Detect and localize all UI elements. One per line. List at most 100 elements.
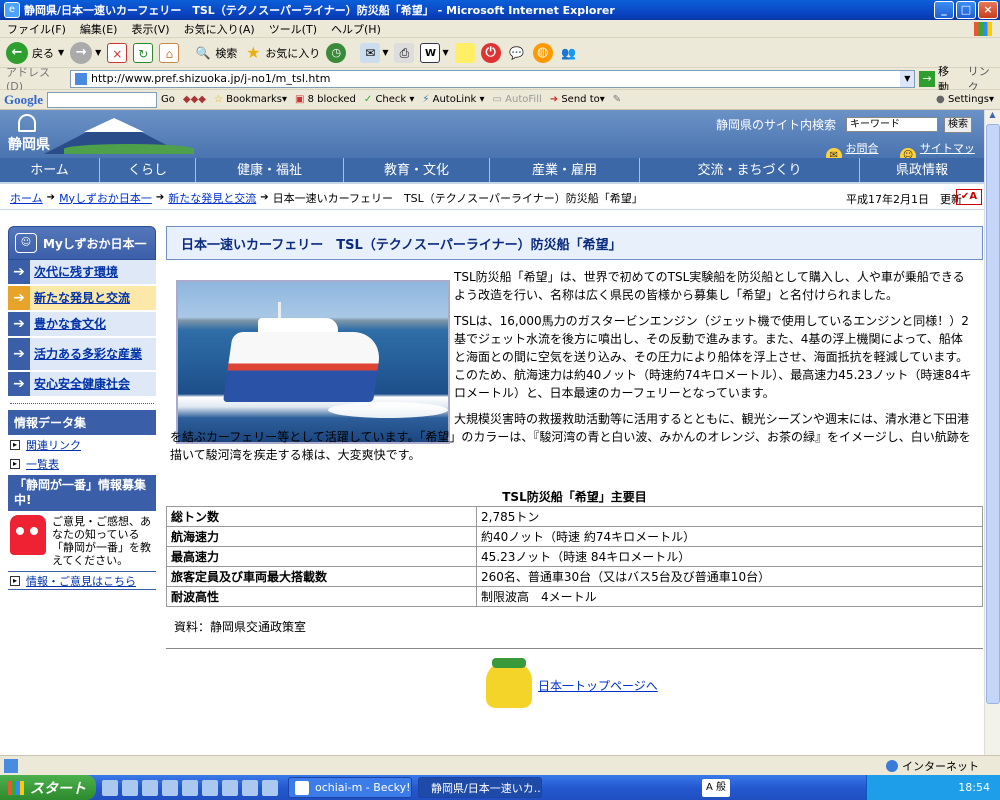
- google-search-input[interactable]: [47, 91, 157, 108]
- nav-exchange[interactable]: 交流・まちづくり: [640, 158, 860, 182]
- address-input[interactable]: http://www.pref.shizuoka.jp/j-no1/m_tsl.…: [70, 69, 916, 88]
- quick-launch-icon[interactable]: [122, 779, 138, 796]
- stop-icon: ×: [107, 42, 128, 63]
- page-title: 日本一速いカーフェリー TSL（テクノスーパーライナー）防災船「希望」: [166, 226, 983, 260]
- autolink-button[interactable]: ⚡ AutoLink ▾: [422, 94, 484, 105]
- sendto-button[interactable]: ➜ Send to▾: [550, 94, 605, 105]
- arrow-right-icon: ➔: [8, 286, 30, 310]
- nav-health[interactable]: 健康・福祉: [196, 158, 344, 182]
- pencil-icon[interactable]: ✎: [613, 94, 621, 105]
- arrow-box-icon: ▸: [10, 458, 20, 469]
- quick-launch-icon[interactable]: [242, 779, 258, 796]
- chevron-down-icon[interactable]: ▼: [58, 48, 64, 57]
- chevron-down-icon[interactable]: ▼: [95, 48, 101, 57]
- quick-launch-icon[interactable]: [102, 779, 118, 796]
- nav-government[interactable]: 県政情報: [860, 158, 984, 182]
- nav-industry[interactable]: 産業・雇用: [490, 158, 640, 182]
- print-button[interactable]: ⎙: [394, 42, 415, 63]
- nav-kurashi[interactable]: くらし: [100, 158, 196, 182]
- spellcheck-button[interactable]: ✓ Check ▾: [364, 94, 415, 105]
- messenger-button[interactable]: ⏻: [480, 42, 501, 63]
- quick-launch-icon[interactable]: [262, 779, 278, 796]
- sidebar-item-safety[interactable]: ➔ 安心安全健康社会: [8, 372, 156, 398]
- home-button[interactable]: ⌂: [159, 42, 180, 63]
- sidebar: ☺ Myしずおか日本一 ➔ 次代に残す環境 ➔ 新たな発見と交流 ➔ 豊かな食文化 ➔…: [8, 226, 156, 590]
- menu-tools[interactable]: ツール(T): [262, 21, 324, 37]
- star-icon: ★: [246, 42, 261, 62]
- feedback-link-item[interactable]: ▸ 情報・ご意見はこちら: [8, 571, 156, 590]
- breadcrumb-home[interactable]: ホーム: [10, 190, 43, 206]
- refresh-button[interactable]: ↻: [133, 42, 154, 63]
- top-page-link[interactable]: 日本一トップページへ: [538, 677, 658, 694]
- arrow-right-icon: ➔: [8, 372, 30, 396]
- arrow-box-icon: ▸: [10, 575, 20, 586]
- google-go-button[interactable]: Go: [161, 94, 175, 105]
- edit-button[interactable]: W ▼: [420, 42, 449, 63]
- taskbar-item-becky[interactable]: ochiai-m - Becky!: [288, 777, 412, 798]
- favorites-button[interactable]: ★ お気に入り: [243, 43, 320, 63]
- note-button[interactable]: [454, 42, 475, 63]
- close-button[interactable]: ×: [978, 1, 998, 19]
- chevron-down-icon[interactable]: ▼: [900, 70, 915, 87]
- discuss-button[interactable]: 💬: [507, 43, 527, 63]
- menu-favorites[interactable]: お気に入り(A): [177, 21, 262, 37]
- divider: [10, 398, 154, 404]
- maximize-button[interactable]: □: [956, 1, 976, 19]
- menu-file[interactable]: ファイル(F): [0, 21, 73, 37]
- vertical-scrollbar[interactable]: ▲: [984, 110, 1000, 755]
- menu-edit[interactable]: 編集(E): [73, 21, 125, 37]
- text-size-button[interactable]: ✔A: [956, 189, 982, 205]
- search-button[interactable]: 🔍 検索: [193, 43, 237, 63]
- news-icon[interactable]: ◆◆◆: [183, 94, 206, 105]
- scroll-up-icon[interactable]: ▲: [985, 110, 1000, 124]
- refresh-icon: ↻: [133, 42, 154, 63]
- table-row: 航海速力 約40ノット（時速 約74キロメートル）: [166, 526, 983, 547]
- popup-blocker-button[interactable]: ▣ 8 blocked: [295, 94, 356, 105]
- table-row: 耐波高性 制限波高 4メートル: [166, 586, 983, 607]
- autofill-button[interactable]: ▭ AutoFill: [493, 94, 542, 105]
- keyword-input[interactable]: キーワード: [846, 117, 939, 132]
- sidebar-header[interactable]: ☺ Myしずおか日本一: [8, 226, 156, 260]
- research-button[interactable]: ◍: [532, 42, 553, 63]
- scroll-thumb[interactable]: [986, 124, 1000, 704]
- nav-education[interactable]: 教育・文化: [344, 158, 490, 182]
- back-label: 戻る: [32, 46, 54, 60]
- breadcrumb-current: 日本一速いカーフェリー TSL（テクノスーパーライナー）防災船「希望」: [272, 191, 643, 205]
- forward-button[interactable]: → ▼: [70, 41, 101, 64]
- taskbar-item-ie[interactable]: 静岡県/日本一速いカ...: [418, 777, 542, 798]
- quick-launch-icon[interactable]: [202, 779, 218, 796]
- sidebar-item-food[interactable]: ➔ 豊かな食文化: [8, 312, 156, 338]
- stop-button[interactable]: ×: [107, 42, 128, 63]
- quick-launch-icon[interactable]: [142, 779, 158, 796]
- note-icon: [454, 42, 475, 63]
- quick-launch-icon[interactable]: [162, 779, 178, 796]
- sidebar-item-environment[interactable]: ➔ 次代に残す環境: [8, 260, 156, 286]
- menu-view[interactable]: 表示(V): [124, 21, 176, 37]
- msn-button[interactable]: 👥: [559, 43, 579, 63]
- back-button[interactable]: ← 戻る ▼: [6, 41, 64, 64]
- arrow-right-icon: ➔: [260, 192, 269, 203]
- menu-help[interactable]: ヘルプ(H): [324, 21, 388, 37]
- mail-button[interactable]: ✉ ▼: [360, 42, 388, 63]
- minimize-button[interactable]: _: [934, 1, 954, 19]
- breadcrumb-my-shizuoka[interactable]: Myしずおか日本一: [59, 190, 152, 206]
- bookmarks-button[interactable]: ☆ Bookmarks▾: [214, 94, 287, 105]
- breadcrumb-discovery[interactable]: 新たな発見と交流: [168, 190, 256, 206]
- history-button[interactable]: ◷: [326, 42, 347, 63]
- settings-button[interactable]: ● Settings▾: [936, 94, 994, 105]
- site-logo[interactable]: 静岡県: [4, 112, 194, 156]
- related-links-item[interactable]: ▸ 関連リンク: [8, 435, 156, 454]
- site-search: 静岡県のサイト内検索 キーワード 検索: [716, 116, 973, 133]
- ime-indicator[interactable]: A 般: [702, 778, 731, 797]
- quick-launch-icon[interactable]: [182, 779, 198, 796]
- paragraph-1: TSL防災船「希望」は、世界で初めてのTSL実験船を防災船として購入し、人や車が…: [454, 270, 965, 302]
- quick-launch-icon[interactable]: [222, 779, 238, 796]
- nav-home[interactable]: ホーム: [0, 158, 100, 182]
- menu-bar: ファイル(F) 編集(E) 表示(V) お気に入り(A) ツール(T) ヘルプ(…: [0, 20, 1000, 38]
- start-button[interactable]: スタート: [0, 775, 96, 800]
- home-icon: ⌂: [159, 42, 180, 63]
- site-search-button[interactable]: 検索: [944, 116, 973, 133]
- list-table-item[interactable]: ▸ 一覧表: [8, 454, 156, 473]
- sidebar-item-industry[interactable]: ➔ 活力ある多彩な産業: [8, 338, 156, 372]
- sidebar-item-discovery[interactable]: ➔ 新たな発見と交流: [8, 286, 156, 312]
